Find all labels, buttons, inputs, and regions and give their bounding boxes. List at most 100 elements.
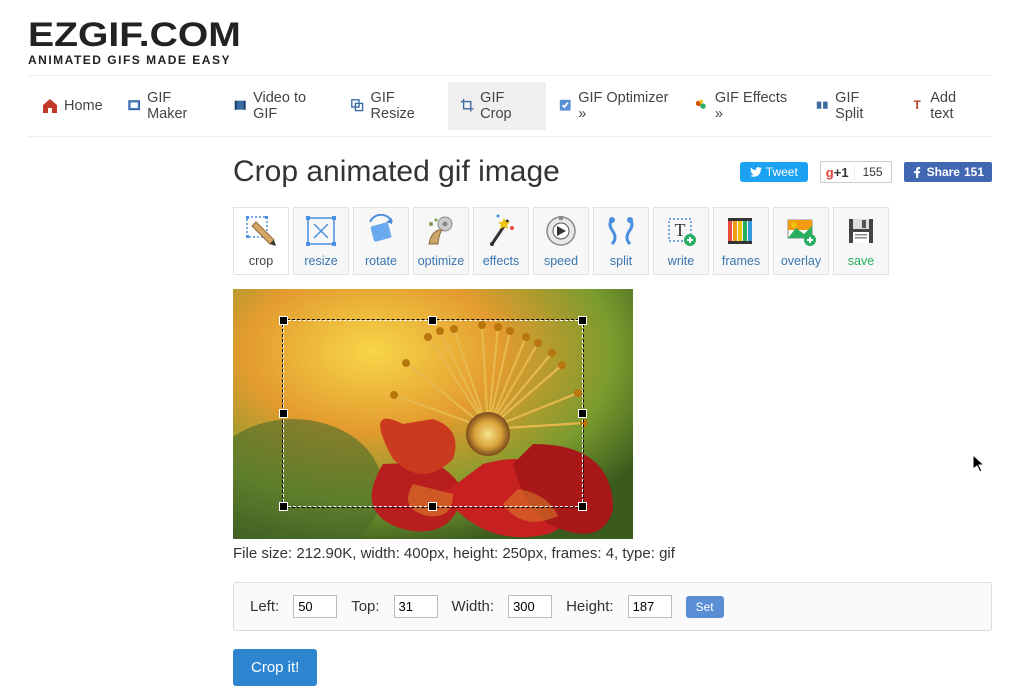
tool-rotate[interactable]: rotate [353,207,409,275]
top-label: Top: [351,598,379,615]
tool-crop[interactable]: crop [233,207,289,275]
logo-title[interactable]: EZGIF.COM [28,16,1020,55]
width-label: Width: [452,598,495,615]
nav-video-to-gif[interactable]: Video to GIF [221,82,338,130]
handle-s[interactable] [428,502,437,511]
page-title: Crop animated gif image [233,155,560,189]
nav-add-text[interactable]: T Add text [898,82,990,130]
crop-tool-icon [244,214,278,248]
tool-speed-label: speed [544,254,578,268]
resize-icon [350,98,364,114]
write-tool-icon: T [664,214,698,248]
handle-nw[interactable] [279,316,288,325]
coord-panel: Left: Top: Width: Height: Set [233,582,992,631]
nav-effects-label: GIF Effects » [715,90,791,122]
fb-icon [912,167,923,178]
mouse-cursor [973,455,987,473]
svg-text:T: T [675,220,686,240]
split-icon [815,98,829,114]
nav-split-label: GIF Split [835,90,886,122]
image-info: File size: 212.90K, width: 400px, height… [233,545,992,562]
handle-w[interactable] [279,409,288,418]
handle-e[interactable] [578,409,587,418]
handle-n[interactable] [428,316,437,325]
width-input[interactable] [508,595,552,618]
tool-frames-label: frames [722,254,760,268]
nav-video-label: Video to GIF [253,90,326,122]
speed-tool-icon [544,214,578,248]
frames-tool-icon [724,214,758,248]
twitter-icon [750,166,762,178]
left-input[interactable] [293,595,337,618]
toolbar: crop resize rotate optimize effects spee… [233,207,992,275]
top-input[interactable] [394,595,438,618]
height-label: Height: [566,598,614,615]
nav-gif-effects[interactable]: GIF Effects » [682,82,802,130]
image-preview[interactable] [233,289,633,539]
fb-label: Share [927,165,960,179]
tool-resize-label: resize [304,254,337,268]
optimize-tool-icon [424,214,458,248]
logo-subtitle: ANIMATED GIFS MADE EASY [28,53,992,67]
crop-selection[interactable] [283,320,583,507]
nav-optimizer-label: GIF Optimizer » [578,90,670,122]
left-label: Left: [250,598,279,615]
nav-gif-crop[interactable]: GIF Crop [448,82,546,130]
tool-crop-label: crop [249,254,273,268]
video-icon [233,98,247,114]
tool-effects-label: effects [483,254,520,268]
fb-share-button[interactable]: Share 151 [904,162,992,182]
tool-save-label: save [848,254,874,268]
save-tool-icon [844,214,878,248]
tool-optimize-label: optimize [418,254,465,268]
tool-rotate-label: rotate [365,254,397,268]
tool-effects[interactable]: effects [473,207,529,275]
tool-split-label: split [610,254,632,268]
addtext-icon: T [910,98,924,114]
effects-tool-icon [484,214,518,248]
main-nav: Home GIF Maker Video to GIF GIF Resize G… [28,75,992,137]
handle-ne[interactable] [578,316,587,325]
tool-overlay[interactable]: overlay [773,207,829,275]
nav-gif-optimizer[interactable]: GIF Optimizer » [546,82,683,130]
crop-icon [460,98,474,114]
gplus-button[interactable]: g+1 155 [820,161,892,183]
tool-save[interactable]: save [833,207,889,275]
nav-maker-label: GIF Maker [147,90,209,122]
maker-icon [127,98,141,114]
tool-frames[interactable]: frames [713,207,769,275]
tool-write[interactable]: T write [653,207,709,275]
tool-resize[interactable]: resize [293,207,349,275]
rotate-tool-icon [364,214,398,248]
nav-gif-split[interactable]: GIF Split [803,82,898,130]
svg-text:T: T [913,99,920,112]
tool-write-label: write [668,254,694,268]
set-button[interactable]: Set [686,596,724,618]
handle-se[interactable] [578,502,587,511]
crop-it-button[interactable]: Crop it! [233,649,317,686]
tool-optimize[interactable]: optimize [413,207,469,275]
nav-home[interactable]: Home [30,82,115,130]
tweet-button[interactable]: Tweet [740,162,808,182]
gplus-count: 155 [854,165,891,179]
fb-count: 151 [964,165,984,179]
nav-resize-label: GIF Resize [371,90,436,122]
tool-speed[interactable]: speed [533,207,589,275]
split-tool-icon [604,214,638,248]
optimizer-icon [558,98,572,114]
tweet-label: Tweet [766,165,798,179]
share-row: Tweet g+1 155 Share 151 [740,161,992,183]
height-input[interactable] [628,595,672,618]
handle-sw[interactable] [279,502,288,511]
tool-overlay-label: overlay [781,254,821,268]
nav-home-label: Home [64,98,103,114]
gplus-icon: g+1 [821,165,854,180]
tool-split[interactable]: split [593,207,649,275]
nav-gif-maker[interactable]: GIF Maker [115,82,221,130]
overlay-tool-icon [784,214,818,248]
logo-area: EZGIF.COM ANIMATED GIFS MADE EASY [28,0,992,75]
home-icon [42,98,58,114]
nav-addtext-label: Add text [930,90,978,122]
nav-gif-resize[interactable]: GIF Resize [338,82,448,130]
resize-tool-icon [304,214,338,248]
